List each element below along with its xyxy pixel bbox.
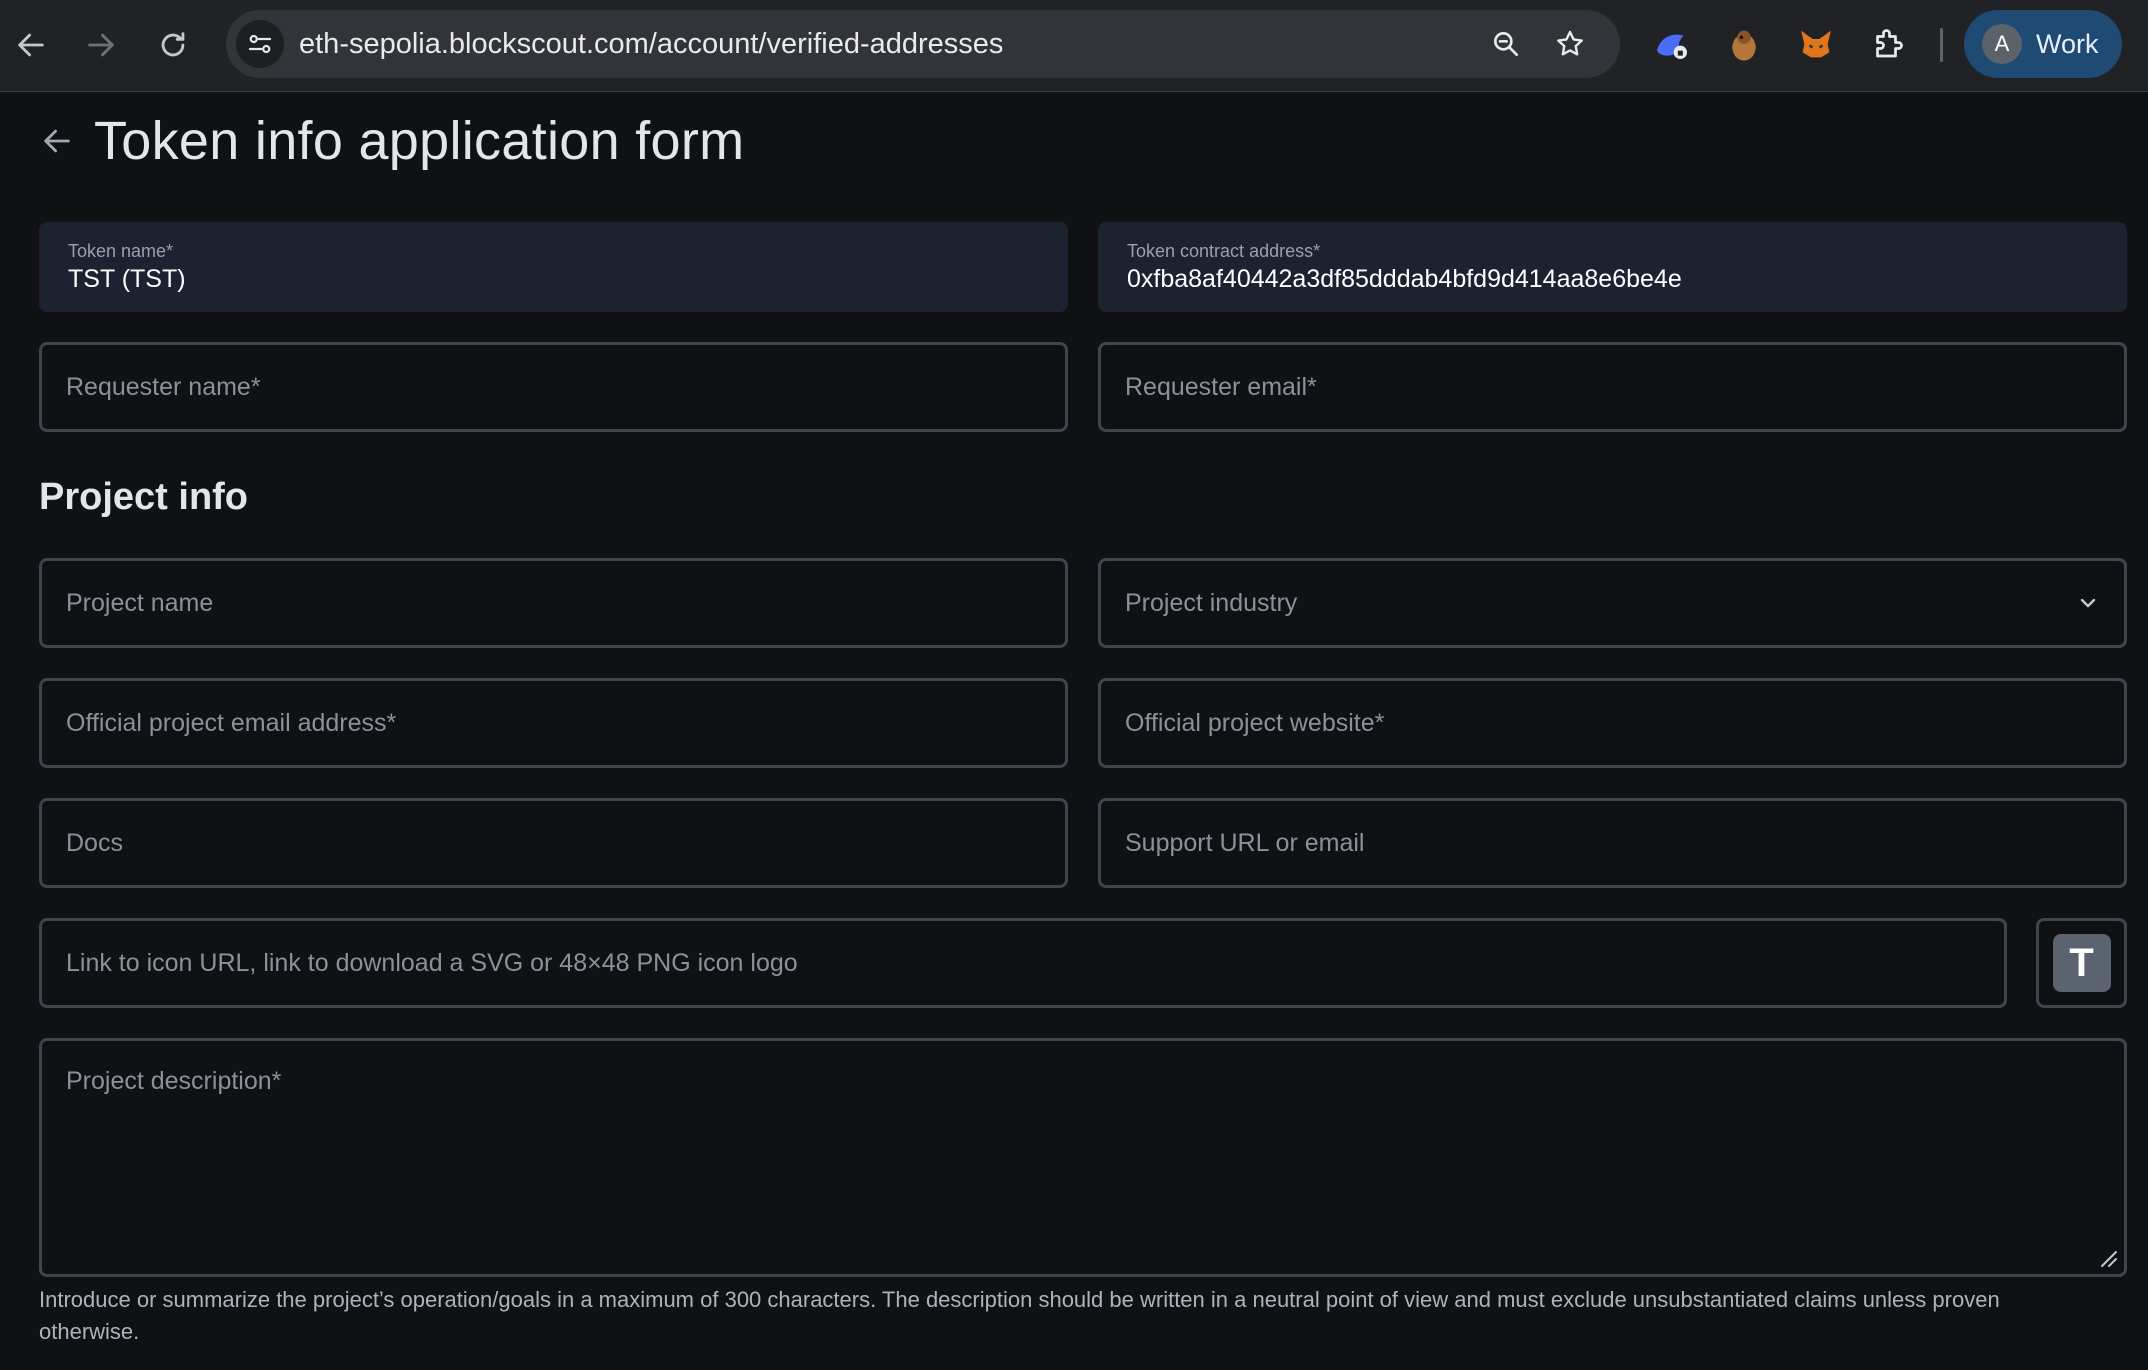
chevron-down-icon [2080, 598, 2096, 608]
project-email-placeholder: Official project email address* [66, 709, 397, 737]
page-title: Token info application form [94, 111, 745, 171]
project-name-input[interactable]: Project name [39, 558, 1068, 648]
extension-metamask[interactable] [1794, 22, 1838, 66]
requester-email-input[interactable]: Requester email* [1098, 342, 2127, 432]
zoom-button[interactable] [1486, 24, 1526, 64]
project-industry-placeholder: Project industry [1125, 589, 1298, 617]
project-name-placeholder: Project name [66, 589, 214, 617]
project-info-heading: Project info [39, 476, 249, 518]
reload-button[interactable] [148, 20, 198, 70]
back-button[interactable] [6, 20, 56, 70]
fox-extension-icon [1801, 30, 1831, 58]
back-arrow-icon[interactable] [40, 124, 74, 158]
back-icon [18, 33, 44, 57]
token-address-label: Token contract address* [1127, 241, 1321, 261]
token-name-label: Token name* [68, 241, 174, 261]
browser-toolbar: eth-sepolia.blockscout.com/account/verif… [0, 0, 2148, 92]
resize-handle-icon[interactable] [2098, 1248, 2118, 1268]
forward-button[interactable] [76, 20, 126, 70]
support-placeholder: Support URL or email [1125, 829, 1365, 857]
token-name-value: TST (TST) [68, 265, 186, 293]
icon-url-input[interactable]: Link to icon URL, link to download a SVG… [39, 918, 2007, 1008]
icon-preview-box: T [2036, 918, 2127, 1008]
reload-icon [161, 32, 185, 57]
avatar: A [1982, 24, 2022, 64]
token-address-value: 0xfba8af40442a3df85dddab4bfd9d414aa8e6be… [1127, 265, 1682, 293]
project-description-placeholder: Project description* [66, 1067, 282, 1095]
extension-wallet-2[interactable] [1722, 22, 1766, 66]
zoom-icon [1494, 31, 1518, 56]
site-info-icon [248, 34, 272, 54]
star-icon [1557, 30, 1583, 56]
project-email-input[interactable]: Official project email address* [39, 678, 1068, 768]
requester-name-input[interactable]: Requester name* [39, 342, 1068, 432]
bird-extension-icon [1657, 34, 1687, 59]
bookmark-button[interactable] [1550, 24, 1590, 64]
site-info-button[interactable] [236, 20, 284, 68]
profile-button[interactable]: A Work [1964, 10, 2122, 78]
url-text[interactable]: eth-sepolia.blockscout.com/account/verif… [299, 10, 1003, 78]
toolbar-divider [1940, 28, 1943, 62]
requester-email-placeholder: Requester email* [1125, 373, 1317, 401]
icon-url-placeholder: Link to icon URL, link to download a SVG… [66, 949, 798, 977]
requester-name-placeholder: Requester name* [66, 373, 261, 401]
project-website-placeholder: Official project website* [1125, 709, 1385, 737]
token-icon-preview: T [2052, 934, 2111, 992]
docs-placeholder: Docs [66, 829, 123, 857]
docs-input[interactable]: Docs [39, 798, 1068, 888]
description-hint: Introduce or summarize the project’s ope… [39, 1287, 2000, 1344]
token-name-field[interactable]: Token name* TST (TST) [39, 222, 1068, 312]
extension-wallet-1[interactable] [1650, 22, 1694, 66]
extensions-menu-button[interactable] [1866, 22, 1910, 66]
project-website-input[interactable]: Official project website* [1098, 678, 2127, 768]
forward-icon [88, 33, 114, 57]
address-bar[interactable]: eth-sepolia.blockscout.com/account/verif… [226, 10, 1620, 78]
token-address-field[interactable]: Token contract address* 0xfba8af40442a3d… [1098, 222, 2127, 312]
beaver-extension-icon [1732, 30, 1756, 61]
puzzle-icon [1876, 29, 1903, 58]
project-industry-select[interactable]: Project industry [1098, 558, 2127, 648]
profile-label: Work [2036, 28, 2099, 59]
page-content: Token info application form Token name* … [0, 92, 2148, 1370]
support-input[interactable]: Support URL or email [1098, 798, 2127, 888]
project-description-textarea[interactable]: Project description* [39, 1038, 2127, 1277]
